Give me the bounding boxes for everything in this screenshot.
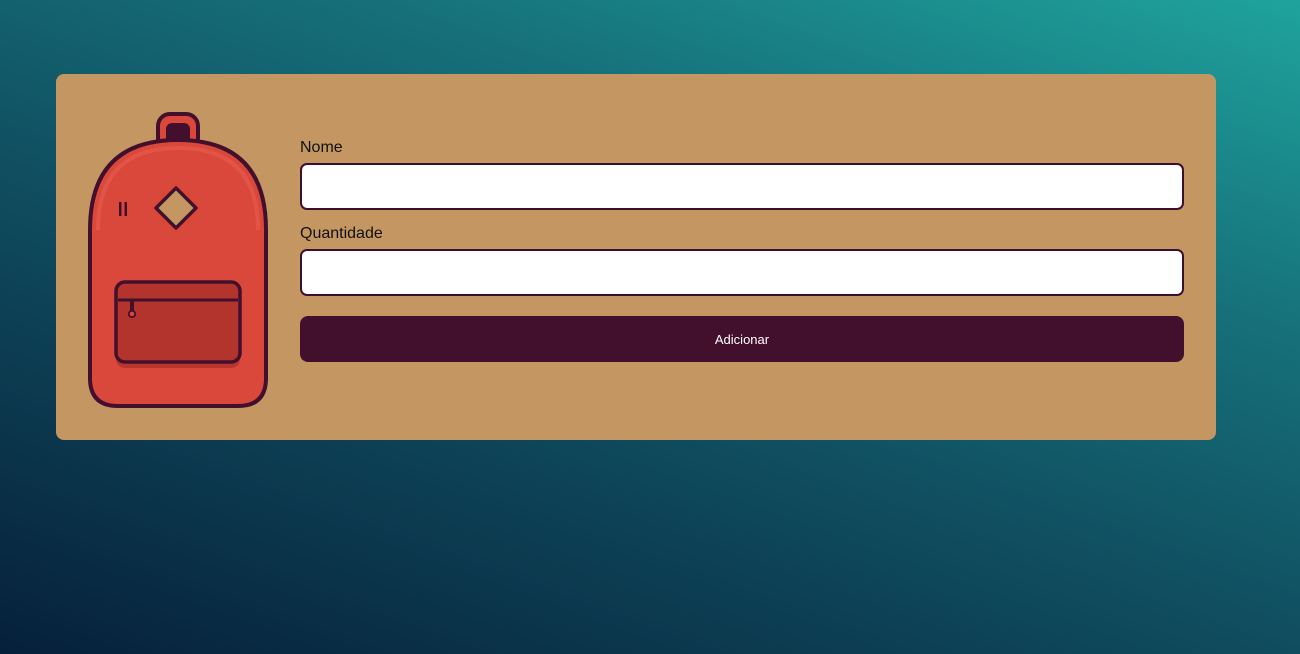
nome-label: Nome (300, 139, 343, 156)
nome-input[interactable] (300, 163, 1184, 210)
adicionar-button[interactable]: Adicionar (300, 316, 1184, 362)
backpack-icon (88, 112, 274, 412)
add-item-card: Nome Quantidade Adicionar (56, 74, 1216, 440)
quantidade-input[interactable] (300, 249, 1184, 296)
quantidade-label: Quantidade (300, 225, 383, 242)
add-item-form: Nome Quantidade Adicionar (300, 138, 1184, 362)
